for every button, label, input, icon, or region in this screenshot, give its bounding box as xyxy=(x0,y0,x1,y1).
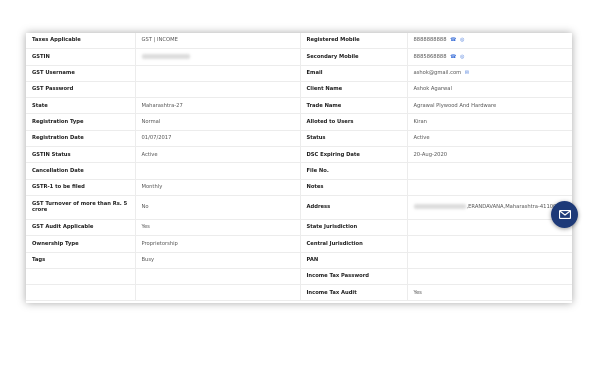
table-row: GST Turnover of more than Rs. 5 crore No… xyxy=(26,195,572,220)
empty-label xyxy=(26,268,136,286)
empty-value xyxy=(135,284,301,302)
taxes-applicable-value: GST | INCOME xyxy=(135,33,301,50)
gst-password-label: GST Password xyxy=(26,81,136,99)
table-row: GSTIN Secondary Mobile 8885868888 ☎ ◎ xyxy=(26,48,572,66)
client-details-table: Taxes Applicable GST | INCOME Registered… xyxy=(26,33,572,302)
notes-label: Notes xyxy=(300,179,408,196)
ownership-type-value: Proprietorship xyxy=(135,235,301,253)
empty-label xyxy=(26,284,136,302)
table-row: GST Audit Applicable Yes State Jurisdict… xyxy=(26,219,572,237)
dsc-expiring-date-label: DSC Expiring Date xyxy=(300,146,408,164)
registered-mobile-label: Registered Mobile xyxy=(300,33,408,50)
table-row: Income Tax Password xyxy=(26,268,572,286)
client-name-label: Client Name xyxy=(300,81,408,99)
trade-name-value: Agrawal Plywood And Hardware xyxy=(407,97,572,115)
registration-type-value: Normal xyxy=(135,113,301,131)
pan-value xyxy=(407,252,572,269)
table-row: GST Password Client Name Ashok Agarwal xyxy=(26,81,572,99)
registration-date-value: 01/07/2017 xyxy=(135,130,301,148)
empty-value xyxy=(135,268,301,286)
email-value: ashok@gmail.com xyxy=(413,70,462,77)
address-cell: ,ERANDAVANA,Maharashtra-411004 xyxy=(407,195,572,220)
gst-audit-label: GST Audit Applicable xyxy=(26,219,136,237)
table-row: Ownership Type Proprietorship Central Ju… xyxy=(26,235,572,253)
file-no-value xyxy=(407,162,572,180)
mail-fab-button[interactable] xyxy=(551,201,578,228)
client-name-value: Ashok Agarwal xyxy=(407,81,572,99)
table-row: State Maharashtra-27 Trade Name Agrawal … xyxy=(26,97,572,115)
whatsapp-icon[interactable]: ◎ xyxy=(460,54,464,60)
mail-icon[interactable]: ✉ xyxy=(465,70,469,76)
table-row: Cancellation Date File No. xyxy=(26,162,572,180)
notes-value xyxy=(407,179,572,196)
table-row: GSTIN Status Active DSC Expiring Date 20… xyxy=(26,146,572,164)
registered-mobile-cell: 8888888888 ☎ ◎ xyxy=(407,33,572,50)
central-jurisdiction-label: Central Jurisdiction xyxy=(300,235,408,253)
cancellation-date-value xyxy=(135,162,301,180)
cancellation-date-label: Cancellation Date xyxy=(26,162,136,180)
address-label: Address xyxy=(300,195,408,220)
tags-value: Busy xyxy=(135,252,301,269)
registered-mobile-value: 8888888888 xyxy=(413,37,447,44)
phone-icon[interactable]: ☎ xyxy=(450,37,456,43)
client-details-card: Taxes Applicable GST | INCOME Registered… xyxy=(26,33,572,303)
secondary-mobile-value: 8885868888 xyxy=(413,53,447,60)
status-label: Status xyxy=(300,130,408,148)
income-tax-audit-value: Yes xyxy=(407,284,572,302)
ownership-type-label: Ownership Type xyxy=(26,235,136,253)
central-jurisdiction-value xyxy=(407,235,572,253)
email-label: Email xyxy=(300,65,408,82)
pan-label: PAN xyxy=(300,252,408,269)
table-row: Taxes Applicable GST | INCOME Registered… xyxy=(26,33,572,50)
taxes-applicable-label: Taxes Applicable xyxy=(26,33,136,50)
phone-icon[interactable]: ☎ xyxy=(450,54,456,60)
registration-type-label: Registration Type xyxy=(26,113,136,131)
gstin-value xyxy=(135,48,301,66)
gstin-label: GSTIN xyxy=(26,48,136,66)
alloted-users-label: Alloted to Users xyxy=(300,113,408,131)
income-tax-password-label: Income Tax Password xyxy=(300,268,408,286)
redacted-address xyxy=(413,204,466,210)
secondary-mobile-label: Secondary Mobile xyxy=(300,48,408,66)
gst-username-label: GST Username xyxy=(26,65,136,82)
state-jurisdiction-value xyxy=(407,219,572,237)
whatsapp-icon[interactable]: ◎ xyxy=(460,37,464,43)
redacted-gstin xyxy=(141,53,190,59)
dsc-expiring-date-value: 20-Aug-2020 xyxy=(407,146,572,164)
status-value: Active xyxy=(407,130,572,148)
trade-name-label: Trade Name xyxy=(300,97,408,115)
gstin-status-label: GSTIN Status xyxy=(26,146,136,164)
secondary-mobile-cell: 8885868888 ☎ ◎ xyxy=(407,48,572,66)
gst-audit-value: Yes xyxy=(135,219,301,237)
table-row: GST Username Email ashok@gmail.com ✉ xyxy=(26,65,572,82)
state-jurisdiction-label: State Jurisdiction xyxy=(300,219,408,237)
tags-label: Tags xyxy=(26,252,136,269)
table-row: Tags Busy PAN xyxy=(26,252,572,269)
email-cell: ashok@gmail.com ✉ xyxy=(407,65,572,82)
income-tax-password-value xyxy=(407,268,572,286)
registration-date-label: Registration Date xyxy=(26,130,136,148)
file-no-label: File No. xyxy=(300,162,408,180)
gstr1-value: Monthly xyxy=(135,179,301,196)
income-tax-audit-label: Income Tax Audit xyxy=(300,284,408,302)
table-row: GSTR-1 to be filed Monthly Notes xyxy=(26,179,572,196)
gstin-status-value: Active xyxy=(135,146,301,164)
table-row: Registration Type Normal Alloted to User… xyxy=(26,113,572,131)
state-value: Maharashtra-27 xyxy=(135,97,301,115)
mail-fab-icon xyxy=(558,210,571,219)
alloted-users-value: Kiran xyxy=(407,113,572,131)
gst-turnover-value: No xyxy=(135,195,301,220)
gstr1-label: GSTR-1 to be filed xyxy=(26,179,136,196)
table-row: Income Tax Audit Yes xyxy=(26,284,572,302)
address-value: ,ERANDAVANA,Maharashtra-411004 xyxy=(466,204,560,211)
gst-username-value xyxy=(135,65,301,82)
gst-turnover-label: GST Turnover of more than Rs. 5 crore xyxy=(26,195,136,220)
gst-password-value xyxy=(135,81,301,99)
table-row: Registration Date 01/07/2017 Status Acti… xyxy=(26,130,572,148)
state-label: State xyxy=(26,97,136,115)
